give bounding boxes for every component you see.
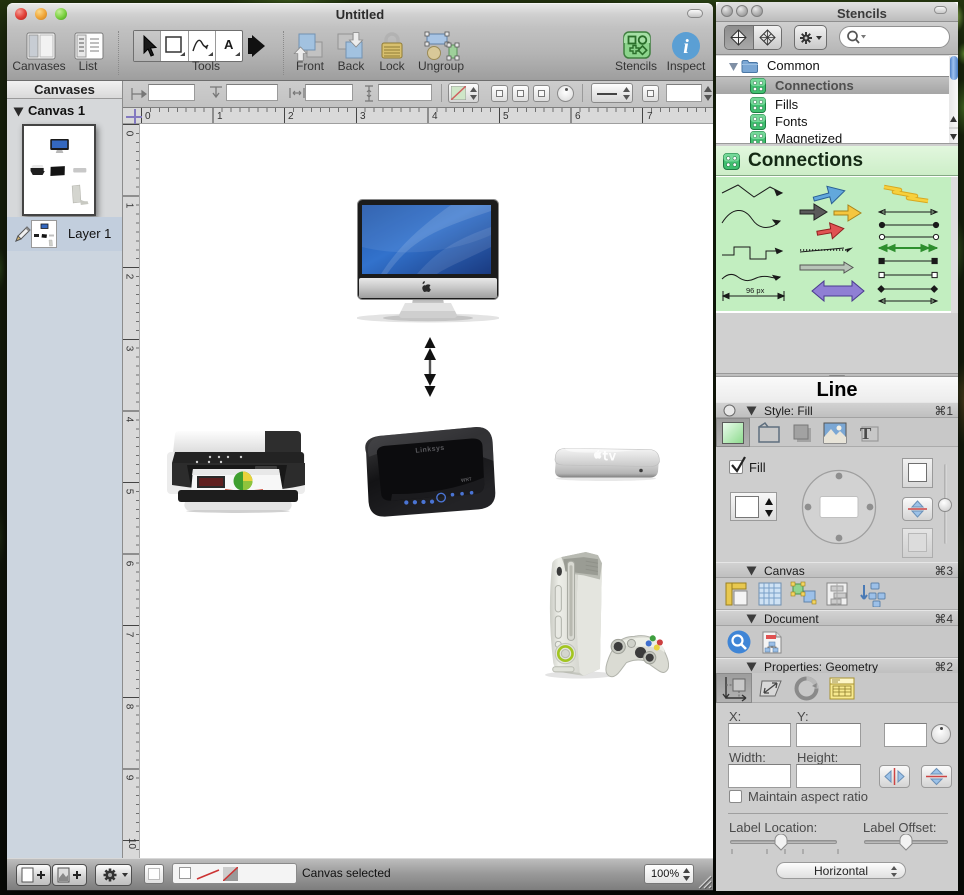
svg-text:A: A	[224, 37, 234, 52]
svg-text:i: i	[683, 36, 689, 58]
svg-text:T: T	[860, 424, 872, 443]
svg-text:96 px: 96 px	[746, 286, 765, 295]
